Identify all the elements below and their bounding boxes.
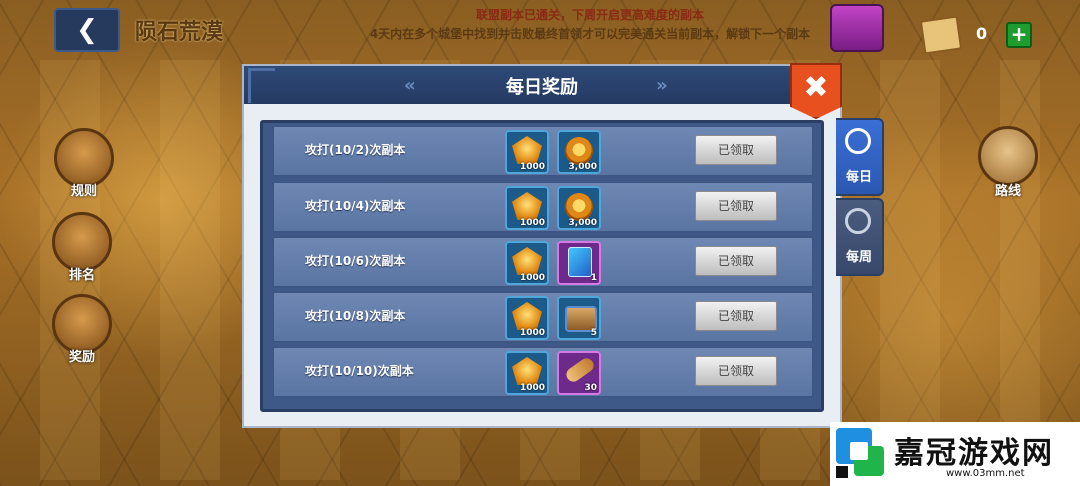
reward-list[interactable]: 攻打(10/2)次副本 1000 3,000 已领取 攻打(10/4)次副本 1… — [260, 120, 824, 412]
task-label: 攻打(10/6)次副本 — [305, 254, 406, 268]
reward-item[interactable]: 1000 — [505, 241, 549, 285]
reward-qty: 3,000 — [568, 162, 597, 172]
reward-qty: 30 — [584, 383, 597, 393]
tab-daily-label: 每日 — [845, 170, 872, 185]
task-label: 攻打(10/4)次副本 — [305, 199, 406, 213]
moon-icon — [845, 128, 871, 154]
reward-chest-icon — [52, 294, 112, 354]
reward-qty: 5 — [590, 328, 597, 338]
notice-line-2: 4天内在多个城堡中找到并击败最终首领才可以完美通关当前副本，解锁下一个副本 — [369, 27, 811, 41]
reward-item[interactable]: 1000 — [505, 351, 549, 395]
reward-item[interactable]: 3,000 — [557, 130, 601, 174]
tab-weekly-label: 每周 — [845, 250, 872, 265]
dialog-header: « 每日奖励 » — [244, 66, 840, 104]
claimed-button[interactable]: 已领取 — [695, 301, 777, 331]
rewards-label: 奖励 — [68, 350, 95, 365]
watermark-url: www.03mm.net — [946, 468, 1025, 479]
watermark-name: 嘉冠游戏网 — [894, 436, 1054, 471]
rewards-button[interactable]: 奖励 — [52, 294, 112, 365]
close-icon: ✖ — [803, 70, 829, 105]
level-title: 陨石荒漠 — [135, 20, 224, 45]
reward-item[interactable]: 1000 — [505, 186, 549, 230]
ranking-icon — [52, 212, 112, 272]
resource-count: 0 — [976, 24, 988, 43]
reward-row: 攻打(10/6)次副本 1000 1 已领取 — [272, 236, 814, 288]
reward-qty: 1000 — [519, 273, 545, 283]
reward-item[interactable]: 1000 — [505, 296, 549, 340]
coin-icon — [565, 193, 593, 221]
reward-item[interactable]: 5 — [557, 296, 601, 340]
map-scroll-icon — [919, 15, 963, 55]
tab-weekly[interactable]: 每周 — [836, 198, 884, 276]
back-arrow-icon: ❮ — [76, 15, 98, 45]
reward-qty: 1000 — [519, 328, 545, 338]
treasure-chest-icon[interactable] — [830, 4, 884, 52]
claimed-button[interactable]: 已领取 — [695, 356, 777, 386]
reward-item[interactable]: 1000 — [505, 130, 549, 174]
back-button[interactable]: ❮ — [54, 8, 120, 52]
reward-item[interactable]: 1 — [557, 241, 601, 285]
next-page-icon[interactable]: » — [656, 75, 668, 96]
gem-icon — [512, 136, 542, 164]
task-label: 攻打(10/2)次副本 — [305, 143, 406, 157]
ranking-button[interactable]: 排名 — [52, 212, 112, 283]
claimed-button[interactable]: 已领取 — [695, 191, 777, 221]
reward-qty: 1 — [590, 273, 597, 283]
task-label: 攻打(10/10)次副本 — [305, 364, 414, 378]
reward-item[interactable]: 3,000 — [557, 186, 601, 230]
reward-item[interactable]: 30 — [557, 351, 601, 395]
reward-row: 攻打(10/8)次副本 1000 5 已领取 — [272, 291, 814, 343]
reward-qty: 1000 — [519, 218, 545, 228]
notice-text: 联盟副本已通关，下周开启更高难度的副本 4天内在多个城堡中找到并击败最终首领才可… — [330, 6, 850, 44]
tab-daily[interactable]: 每日 — [836, 118, 884, 196]
watermark-logo-icon — [836, 428, 888, 480]
route-button[interactable]: 路线 — [978, 126, 1038, 199]
claimed-button[interactable]: 已领取 — [695, 246, 777, 276]
reward-row: 攻打(10/4)次副本 1000 3,000 已领取 — [272, 181, 814, 233]
task-label: 攻打(10/8)次副本 — [305, 309, 406, 323]
watermark: 嘉冠游戏网 www.03mm.net — [830, 422, 1080, 486]
reward-qty: 1000 — [519, 162, 545, 172]
card-icon — [568, 247, 592, 277]
route-map-icon — [978, 126, 1038, 186]
scroll-icon — [563, 355, 597, 385]
coin-icon — [565, 137, 593, 165]
add-resource-button[interactable]: + — [1006, 22, 1032, 48]
resource-counter: 0 + — [919, 15, 1032, 55]
reward-row: 攻打(10/2)次副本 1000 3,000 已领取 — [272, 125, 814, 177]
rules-label: 规则 — [70, 184, 97, 199]
daily-rewards-dialog: « 每日奖励 » ✖ 攻打(10/2)次副本 1000 3,000 已领取 攻打… — [242, 63, 842, 428]
rules-scroll-icon — [54, 128, 114, 188]
ranking-label: 排名 — [68, 268, 95, 283]
gem-icon — [512, 192, 542, 220]
dialog-title: 每日奖励 — [506, 77, 578, 98]
claimed-button[interactable]: 已领取 — [695, 135, 777, 165]
gem-icon — [512, 247, 542, 275]
rules-button[interactable]: 规则 — [54, 128, 114, 199]
reward-row: 攻打(10/10)次副本 1000 30 已领取 — [272, 346, 814, 398]
reward-qty: 3,000 — [568, 218, 597, 228]
gem-icon — [512, 302, 542, 330]
gem-icon — [512, 357, 542, 385]
close-button[interactable]: ✖ — [790, 63, 842, 119]
sun-icon — [845, 208, 871, 234]
notice-line-1: 联盟副本已通关，下周开启更高难度的副本 — [475, 8, 704, 22]
reward-qty: 1000 — [519, 383, 545, 393]
route-label: 路线 — [994, 184, 1021, 199]
